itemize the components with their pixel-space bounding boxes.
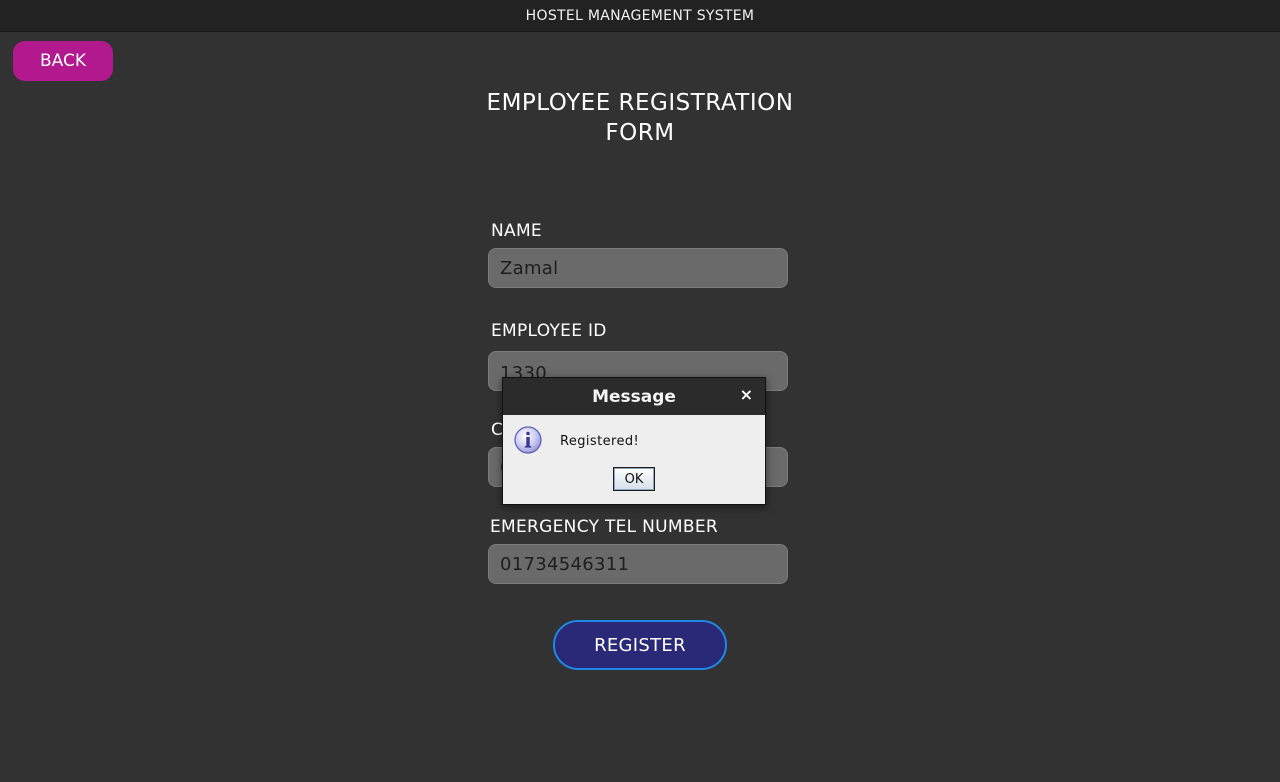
employee-id-label: EMPLOYEE ID — [491, 321, 607, 341]
info-icon — [514, 426, 542, 454]
close-icon[interactable]: × — [740, 386, 753, 404]
page-title: EMPLOYEE REGISTRATION FORM — [440, 88, 840, 148]
ok-button[interactable]: OK — [613, 467, 655, 491]
window-title: HOSTEL MANAGEMENT SYSTEM — [525, 7, 755, 24]
window-titlebar: HOSTEL MANAGEMENT SYSTEM — [0, 0, 1280, 32]
page-title-line-2: FORM — [605, 120, 675, 146]
page-title-line-1: EMPLOYEE REGISTRATION — [486, 90, 794, 116]
emergency-tel-label: EMERGENCY TEL NUMBER — [490, 517, 718, 537]
name-field[interactable]: Zamal — [488, 248, 788, 288]
dialog-title: Message — [592, 386, 676, 407]
back-button[interactable]: BACK — [13, 41, 113, 81]
dialog-header: Message × — [503, 378, 765, 415]
dialog-message: Registered! — [560, 434, 640, 449]
message-dialog: Message × Registered! OK — [502, 377, 766, 505]
name-label: NAME — [491, 221, 542, 241]
register-button[interactable]: REGISTER — [553, 620, 727, 670]
emergency-tel-field[interactable]: 01734546311 — [488, 544, 788, 584]
